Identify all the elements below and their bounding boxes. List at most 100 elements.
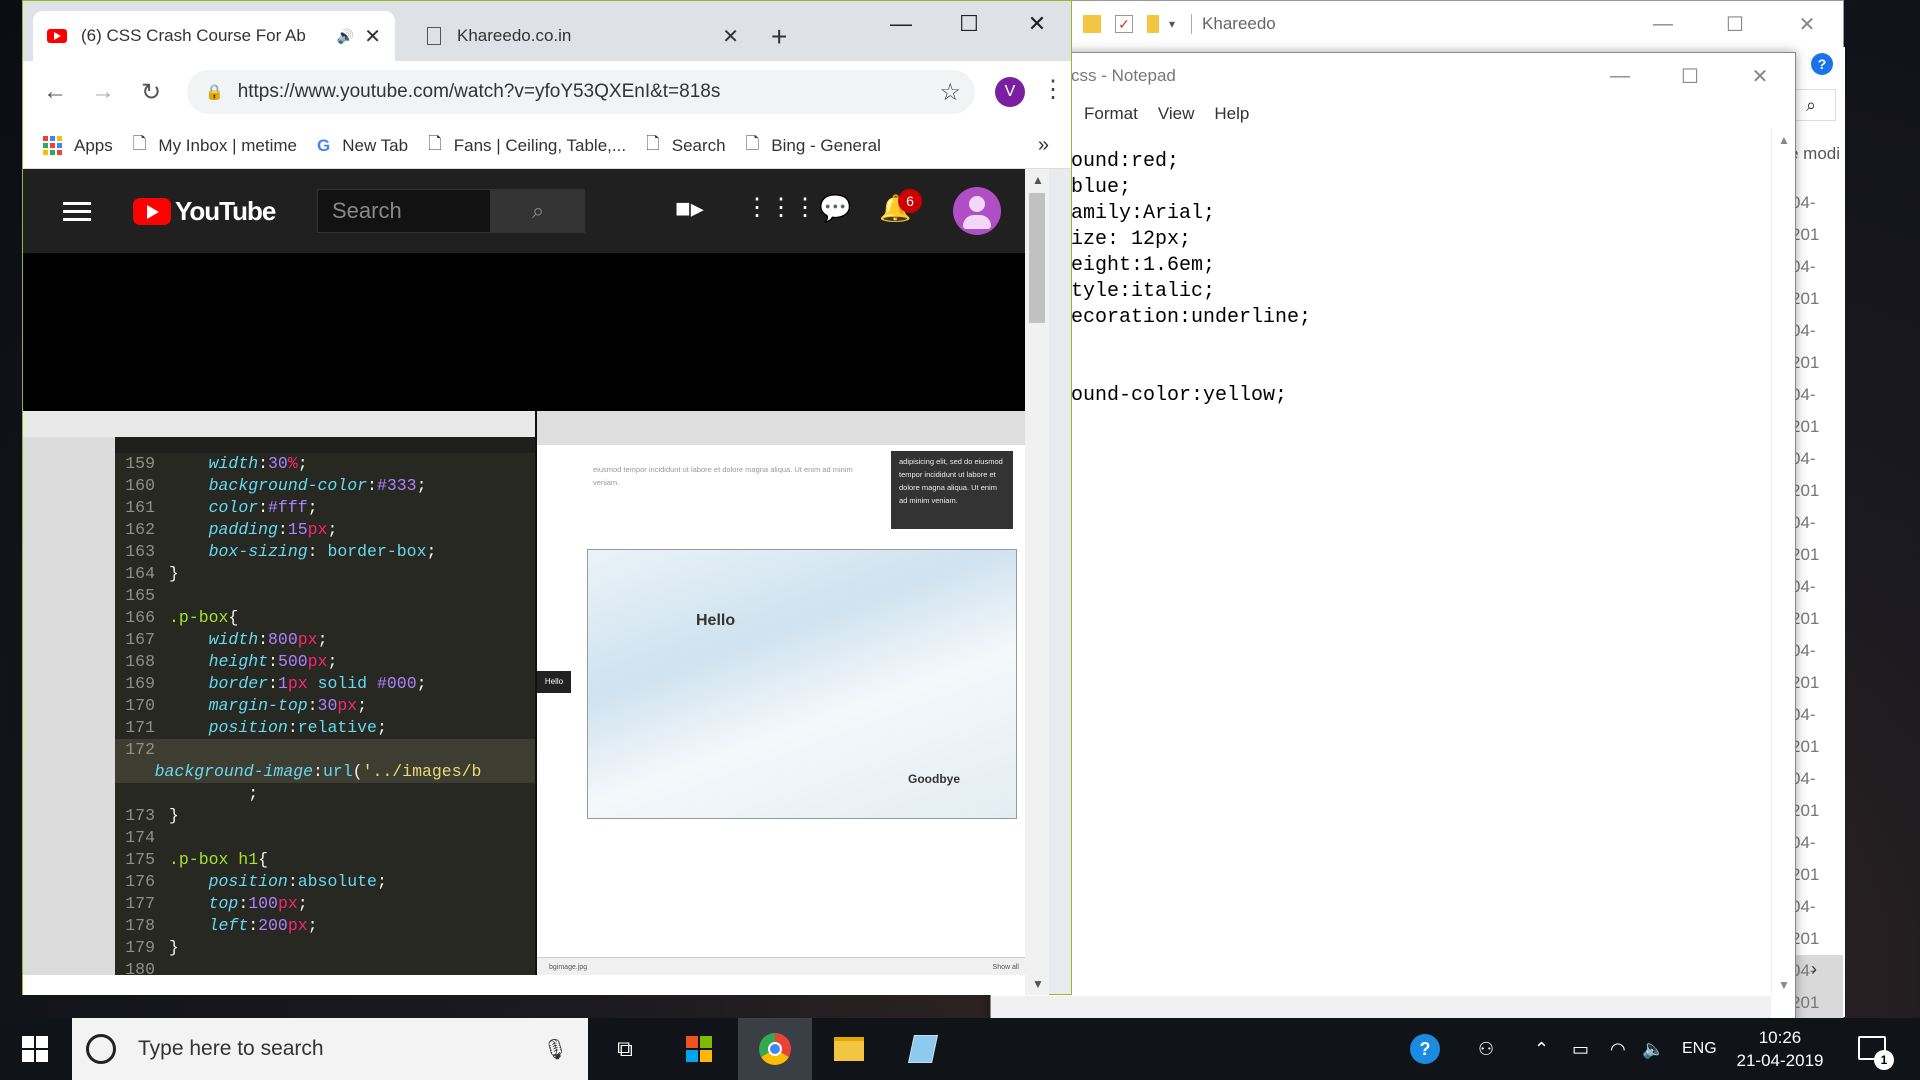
bookmarks-overflow-icon[interactable]: » — [1038, 134, 1049, 157]
download-file-name: bgimage.jpg — [549, 964, 588, 971]
date-modified-cell[interactable]: 04-201 — [1791, 571, 1843, 635]
menu-help[interactable]: Help — [1214, 104, 1249, 124]
date-modified-header[interactable]: e modi — [1789, 144, 1840, 164]
bookmark-label: My Inbox | metime — [158, 135, 297, 155]
url-text[interactable]: https://www.youtube.com/watch?v=yfoY53QX… — [238, 81, 721, 103]
code-text: background-color:#333; — [208, 476, 427, 495]
battery-icon[interactable]: ▭ — [1572, 1018, 1589, 1080]
help-icon[interactable]: ? — [1410, 1018, 1440, 1080]
taskbar: Type here to search 🎙 ⧉ ? ⚇ ⌃ ▭ ◠ 🔈 ENG … — [0, 1018, 1920, 1080]
file-explorer-icon[interactable] — [812, 1018, 886, 1080]
date-modified-cell[interactable]: 04-201 — [1791, 763, 1843, 827]
minimize-button[interactable]: — — [1585, 53, 1655, 99]
close-button[interactable]: ✕ — [1725, 53, 1795, 99]
chevron-right-icon[interactable]: › — [1811, 959, 1817, 980]
address-bar[interactable]: 🔒 https://www.youtube.com/watch?v=yfoY53… — [187, 70, 975, 114]
more-menu-icon[interactable]: ⋮ — [1041, 75, 1065, 104]
bookmark-bing[interactable]: 🗋 Bing - General — [746, 131, 881, 160]
date-modified-cell[interactable]: 04-201 — [1791, 507, 1843, 571]
account-avatar[interactable] — [953, 187, 1001, 235]
maximize-button[interactable]: ☐ — [935, 1, 1003, 47]
search-icon[interactable]: ⌕ — [491, 189, 585, 233]
properties-icon[interactable]: ✓ — [1115, 15, 1133, 33]
menu-format[interactable]: Format — [1084, 104, 1138, 124]
windows-start-icon[interactable] — [22, 1036, 48, 1062]
tab-youtube[interactable]: (6) CSS Crash Course For Ab 🔊 ✕ — [33, 11, 395, 61]
notepad-text-area[interactable]: ound:red; blue; amily:Arial; ize: 12px; eigh… — [1071, 149, 1311, 409]
chevron-up-icon[interactable]: ⌃ — [1534, 1018, 1549, 1080]
youtube-header: YouTube Search ⌕ ■▸ ⋮⋮⋮ 💬 🔔 6 — [23, 169, 1049, 253]
messages-icon[interactable]: 💬 — [819, 193, 851, 224]
new-tab-button[interactable]: + — [771, 21, 787, 53]
speaker-icon[interactable]: 🔊 — [337, 28, 354, 45]
apps-grid-icon[interactable]: ⋮⋮⋮ — [745, 193, 817, 222]
date-modified-cell[interactable]: 04-201 — [1791, 891, 1843, 955]
editor-titlebar — [23, 411, 535, 437]
code-line: 163 box-sizing: border-box; — [115, 541, 535, 563]
youtube-logo[interactable]: YouTube — [133, 196, 276, 227]
chrome-taskbar-icon[interactable] — [738, 1018, 812, 1080]
date-modified-cell[interactable]: 04-201 — [1791, 827, 1843, 891]
date-modified-cell[interactable]: 04-201 — [1791, 379, 1843, 443]
youtube-search-input[interactable]: Search — [317, 189, 491, 233]
hamburger-menu-icon[interactable] — [63, 197, 91, 226]
volume-icon[interactable]: 🔈 — [1642, 1018, 1664, 1080]
close-tab-icon[interactable]: ✕ — [364, 24, 381, 49]
help-icon[interactable]: ? — [1811, 53, 1833, 75]
close-button[interactable]: ✕ — [1003, 1, 1071, 47]
create-video-icon[interactable]: ■▸ — [675, 193, 704, 224]
cortana-icon[interactable] — [86, 1034, 116, 1064]
scroll-up-icon[interactable]: ▲ — [1032, 173, 1044, 187]
minimize-button[interactable]: — — [867, 1, 935, 47]
video-player[interactable]: 159 width:30%; 160 background-color:#333;… — [23, 253, 1049, 979]
date-modified-cell[interactable]: 04-201 — [1791, 187, 1843, 251]
date-modified-cell[interactable]: 04-201 — [1791, 699, 1843, 763]
video-browser-toolbar — [537, 411, 1049, 445]
reload-icon[interactable]: ↻ — [127, 78, 175, 107]
line-number: 177 — [125, 894, 155, 913]
menu-view[interactable]: View — [1158, 104, 1195, 124]
people-icon[interactable]: ⚇ — [1478, 1018, 1494, 1080]
bookmark-fans[interactable]: 🗋 Fans | Ceiling, Table,... — [428, 131, 626, 160]
minimize-button[interactable]: — — [1627, 1, 1699, 47]
date-modified-cell[interactable]: 04-201 — [1791, 635, 1843, 699]
taskbar-search-box[interactable]: Type here to search 🎙 — [72, 1018, 588, 1080]
code-text: height:500px; — [208, 652, 338, 671]
new-folder-icon[interactable] — [1147, 15, 1159, 33]
chevron-down-icon[interactable]: ▾ — [1169, 17, 1175, 31]
bookmark-star-icon[interactable]: ☆ — [939, 78, 961, 107]
date-modified-cell[interactable]: 04-201 — [1791, 443, 1843, 507]
profile-avatar[interactable]: V — [995, 77, 1025, 107]
scroll-down-icon[interactable]: ▼ — [1032, 977, 1044, 991]
scrollbar-thumb[interactable] — [1029, 193, 1045, 323]
bookmark-apps[interactable]: Apps — [43, 136, 113, 156]
microsoft-store-icon[interactable] — [662, 1018, 736, 1080]
notepad-line — [1071, 331, 1311, 357]
bookmark-new-tab[interactable]: G New Tab — [317, 136, 408, 156]
bookmark-my-inbox[interactable]: 🗋 My Inbox | metime — [133, 131, 297, 160]
forward-icon[interactable]: → — [79, 78, 127, 106]
lock-icon[interactable]: 🔒 — [205, 83, 224, 101]
notepad-taskbar-icon[interactable] — [886, 1018, 960, 1080]
wifi-icon[interactable]: ◠ — [1610, 1018, 1626, 1080]
microphone-icon[interactable]: 🎙 — [543, 1037, 568, 1062]
close-button[interactable]: ✕ — [1771, 1, 1843, 47]
chrome-toolbar: ← → ↻ 🔒 https://www.youtube.com/watch?v=… — [23, 61, 1071, 123]
scroll-up-icon[interactable]: ▲ — [1778, 133, 1790, 147]
back-icon[interactable]: ← — [31, 78, 79, 106]
clock[interactable]: 10:26 21-04-2019 — [1730, 1026, 1830, 1072]
task-view-icon[interactable]: ⧉ — [588, 1018, 662, 1080]
bookmark-search[interactable]: 🗋 Search — [646, 131, 726, 160]
scroll-down-icon[interactable]: ▼ — [1778, 978, 1790, 992]
maximize-button[interactable]: ☐ — [1655, 53, 1725, 99]
language-indicator[interactable]: ENG — [1682, 1018, 1717, 1080]
date-modified-cell[interactable]: 04-201 — [1791, 251, 1843, 315]
vertical-scrollbar[interactable]: ▲ ▼ — [1771, 129, 1795, 996]
page-scrollbar[interactable]: ▲ ▼ — [1025, 169, 1049, 995]
close-tab-icon[interactable]: ✕ — [722, 24, 739, 49]
date-modified-cell[interactable]: 04-201 — [1791, 315, 1843, 379]
tab-khareedo[interactable]: Khareedo.co.in ✕ — [403, 11, 753, 61]
line-number: 171 — [125, 718, 155, 737]
notepad-line: eight:1.6em; — [1071, 254, 1216, 277]
maximize-button[interactable]: ☐ — [1699, 1, 1771, 47]
